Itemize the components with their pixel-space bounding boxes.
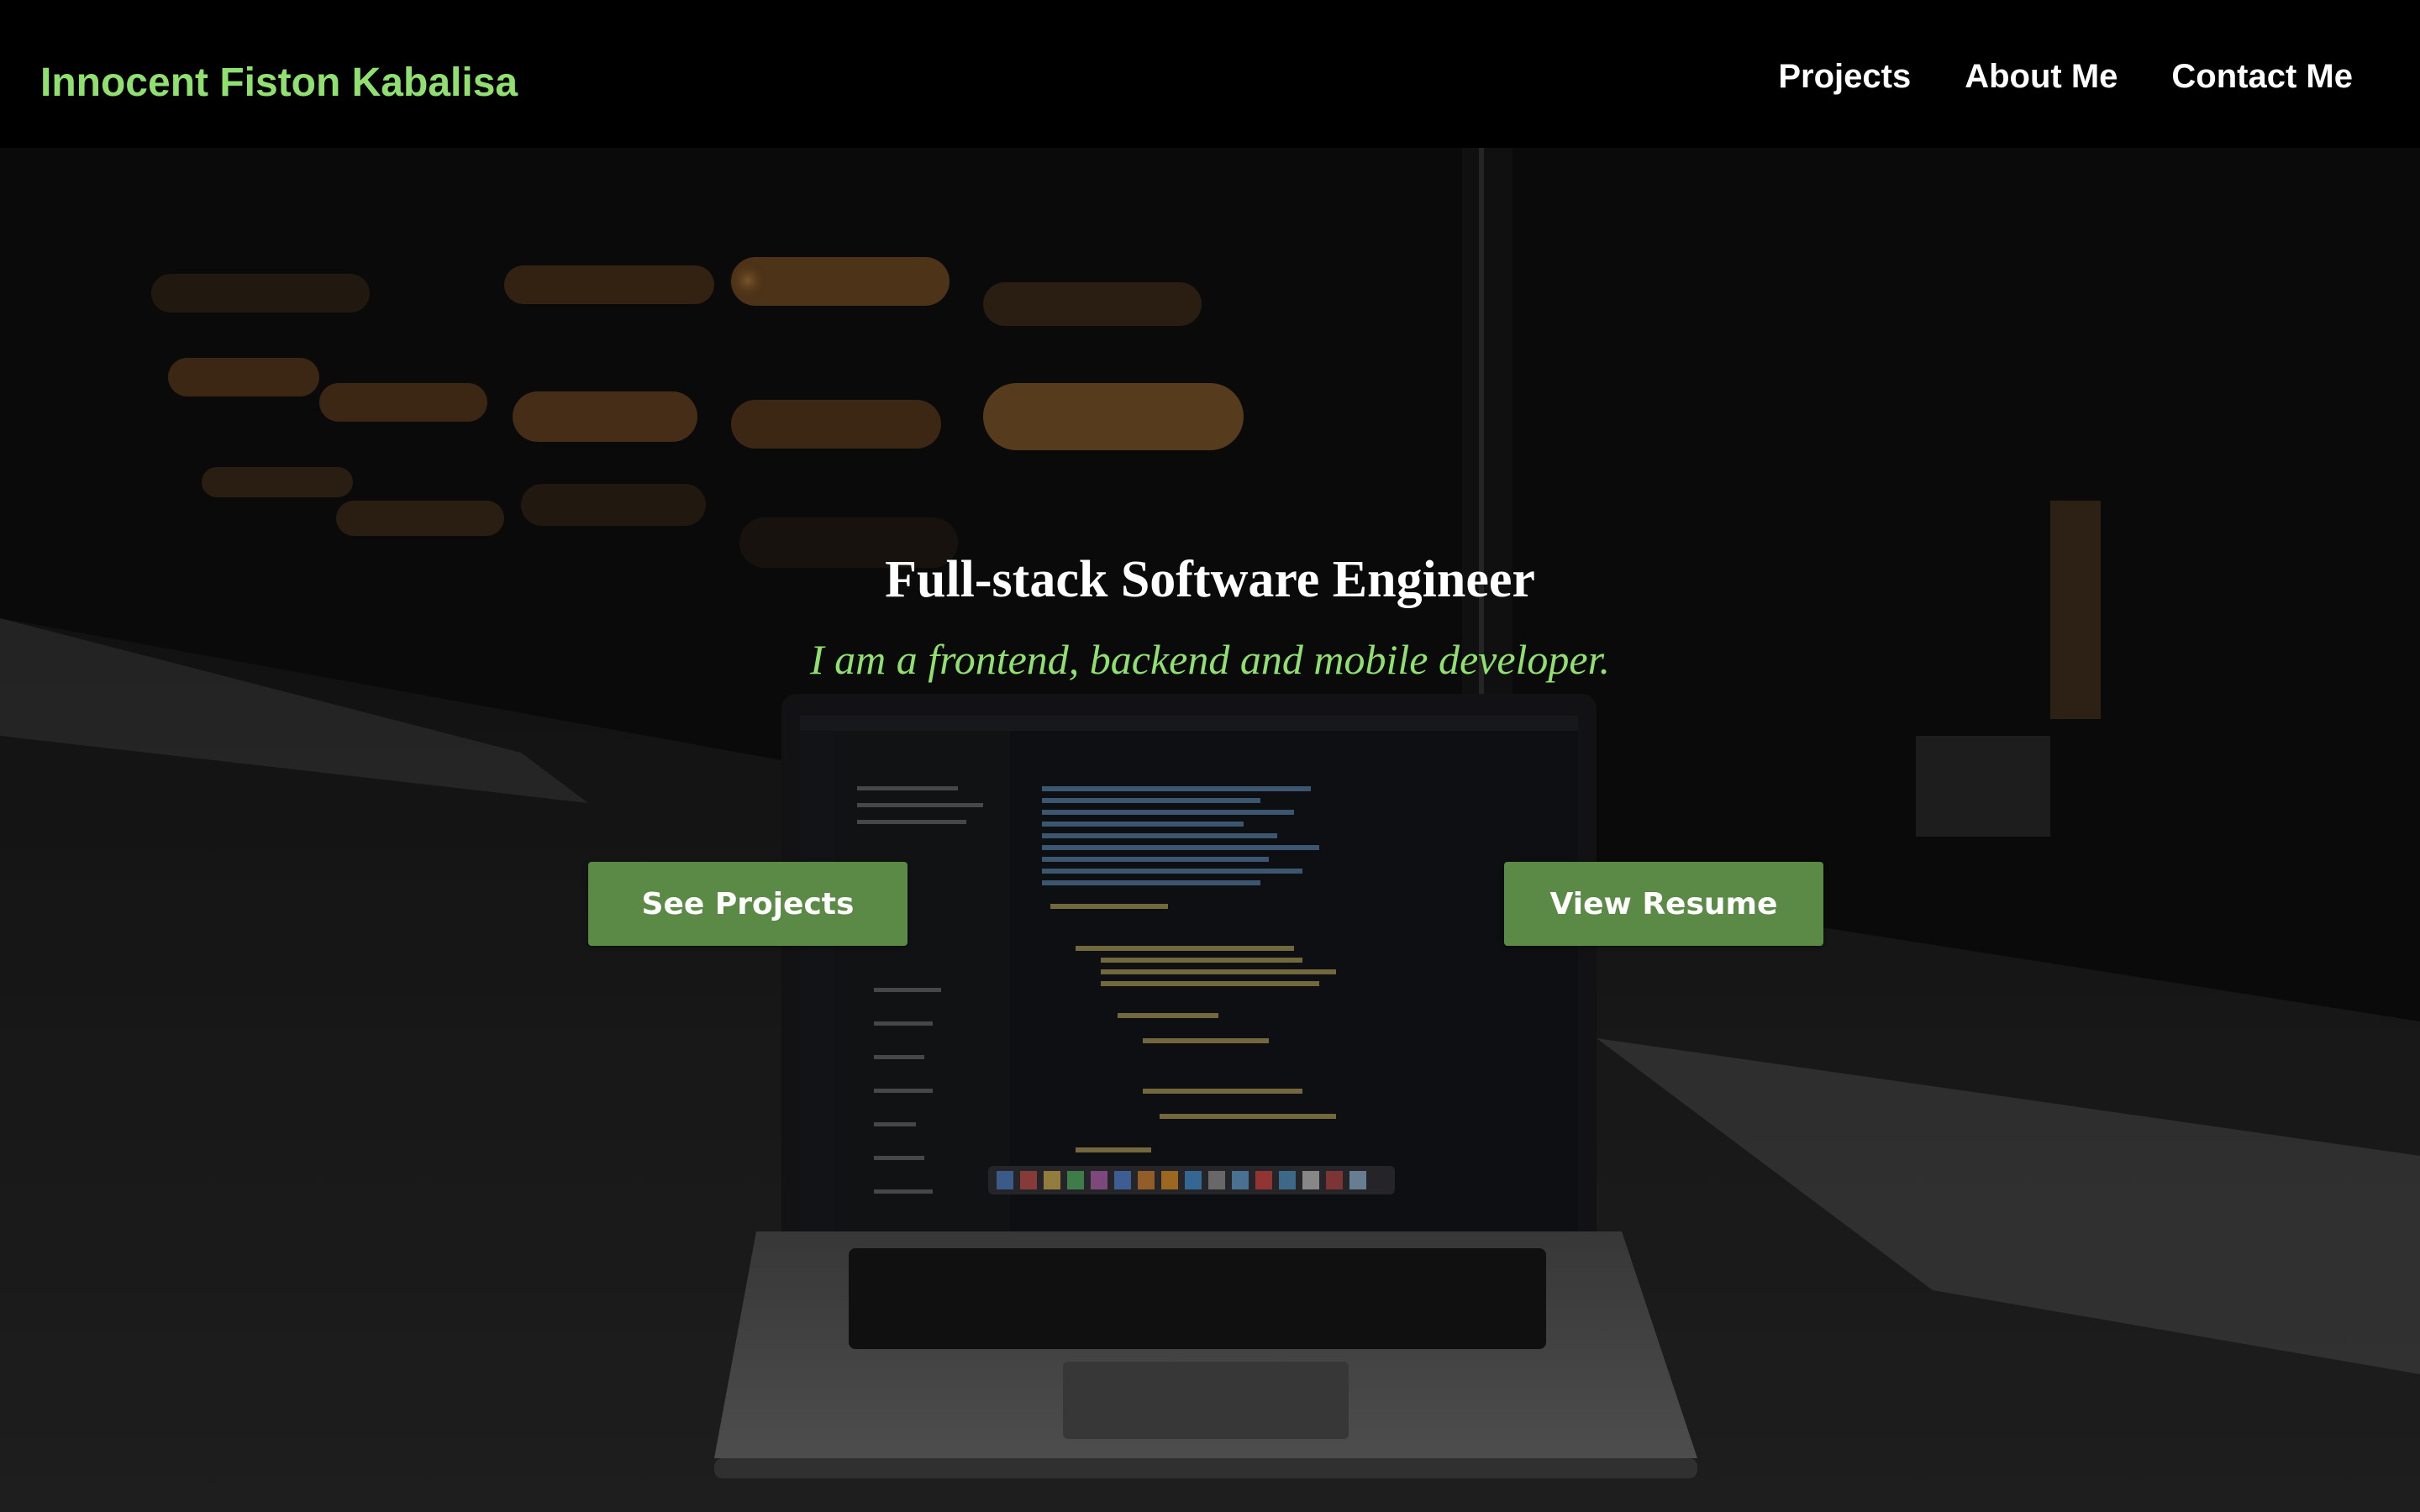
nav-link-projects[interactable]: Projects xyxy=(1778,52,1911,101)
see-projects-button[interactable]: See Projects xyxy=(588,862,908,946)
navbar: Innocent Fiston Kabalisa Projects About … xyxy=(0,0,2420,148)
brand-name[interactable]: Innocent Fiston Kabalisa xyxy=(40,57,518,109)
hero-section: Full-stack Software Engineer I am a fron… xyxy=(0,148,2420,1512)
nav-link-contact-me[interactable]: Contact Me xyxy=(2171,52,2353,101)
nav-links: Projects About Me Contact Me xyxy=(1778,52,2353,101)
view-resume-button[interactable]: View Resume xyxy=(1504,862,1823,946)
hero-background-image xyxy=(0,148,2420,1512)
nav-link-about-me[interactable]: About Me xyxy=(1965,52,2118,101)
hero-subtitle: I am a frontend, backend and mobile deve… xyxy=(809,636,1611,683)
hero-title: Full-stack Software Engineer xyxy=(885,551,1535,608)
